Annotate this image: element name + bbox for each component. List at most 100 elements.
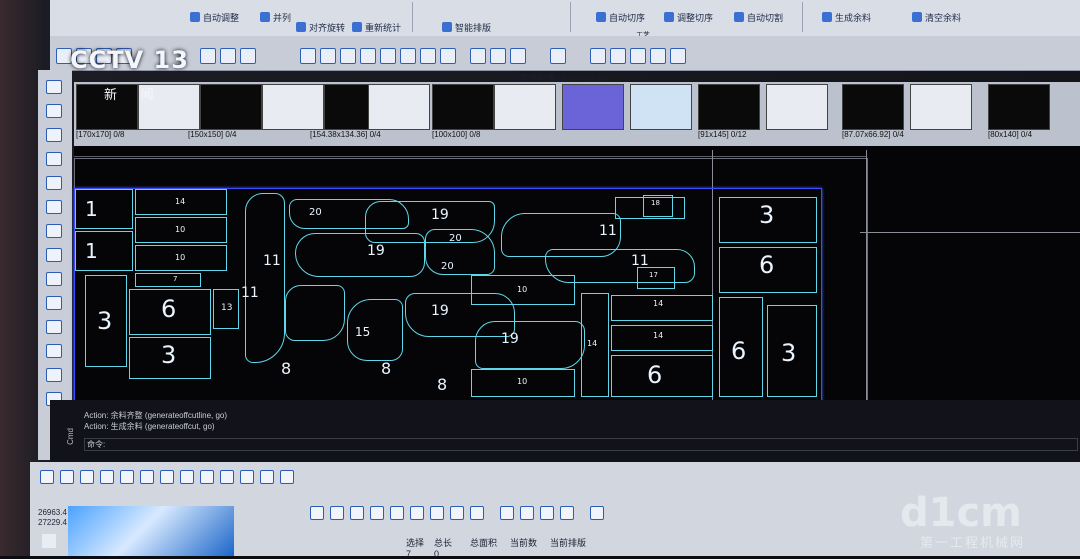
- view-side-icon[interactable]: [350, 506, 364, 520]
- part-thumb-15[interactable]: [988, 84, 1050, 130]
- part-thumb-6[interactable]: [368, 84, 430, 130]
- snap-nearest-icon[interactable]: [280, 470, 294, 484]
- mirror-icon[interactable]: [400, 48, 416, 64]
- line-tool-icon[interactable]: [46, 104, 62, 118]
- part-thumb-11[interactable]: [698, 84, 760, 130]
- link-icon[interactable]: [380, 48, 396, 64]
- select-icon[interactable]: [220, 48, 236, 64]
- zoom-fit-icon[interactable]: [510, 48, 526, 64]
- part-1a[interactable]: [75, 189, 133, 229]
- zoom-out-icon[interactable]: [490, 48, 506, 64]
- nested-sheet[interactable]: 1 1 14 10 10 7 3 6 3 13 11 11 20 20 20 1…: [74, 188, 822, 402]
- ribbon-item-adjust-cut-order[interactable]: 调整切序: [664, 4, 713, 30]
- snap-end-icon[interactable]: [200, 470, 214, 484]
- part-label: 11: [599, 223, 617, 239]
- part-7[interactable]: [135, 273, 201, 287]
- status-current-layout: 当前排版: [550, 538, 587, 548]
- text-icon[interactable]: [650, 48, 666, 64]
- circle-tool-icon[interactable]: [46, 152, 62, 166]
- layer-icon[interactable]: [550, 48, 566, 64]
- part-label: 14: [587, 339, 598, 348]
- command-input[interactable]: 命令:: [84, 438, 1078, 451]
- ribbon-item-clear-remnant[interactable]: 清空余料: [912, 4, 961, 30]
- settings-icon[interactable]: [670, 48, 686, 64]
- part-thumb-10[interactable]: [630, 84, 692, 130]
- part-thumb-4[interactable]: [262, 84, 324, 130]
- cut-icon: [734, 12, 744, 22]
- part-label: 20: [449, 233, 462, 244]
- part-icon[interactable]: [630, 48, 646, 64]
- part-label: 1: [85, 239, 98, 263]
- osnap-icon[interactable]: [100, 470, 114, 484]
- model-icon[interactable]: [160, 470, 174, 484]
- ribbon-item-auto-adjust[interactable]: 自动调整: [190, 4, 239, 30]
- arc-tool-icon[interactable]: [46, 128, 62, 142]
- scale-icon[interactable]: [440, 48, 456, 64]
- windows-start-icon[interactable]: [42, 534, 56, 548]
- ruler: [74, 150, 866, 157]
- part-label: 8: [381, 359, 392, 378]
- view-iso-icon[interactable]: [370, 506, 384, 520]
- offset-tool-icon[interactable]: [46, 320, 62, 334]
- part-thumb-3[interactable]: [200, 84, 262, 130]
- zoom-in-icon[interactable]: [470, 48, 486, 64]
- paste-icon[interactable]: [470, 506, 484, 520]
- part-thumb-9[interactable]: [562, 84, 624, 130]
- color-icon[interactable]: [560, 506, 574, 520]
- line-icon[interactable]: [300, 48, 316, 64]
- ribbon-item-generate-remnant[interactable]: 生成余料: [822, 4, 871, 30]
- clear-icon: [912, 12, 922, 22]
- part-11a[interactable]: [245, 193, 285, 363]
- ribbon-item-parallel[interactable]: 并列: [260, 4, 291, 30]
- snap-center-icon[interactable]: [240, 470, 254, 484]
- parallel-icon: [260, 12, 270, 22]
- remnant-icon: [822, 12, 832, 22]
- snap-mid-icon[interactable]: [220, 470, 234, 484]
- bulb-icon[interactable]: [520, 506, 534, 520]
- pan-icon[interactable]: [610, 48, 626, 64]
- grid-icon[interactable]: [200, 48, 216, 64]
- view-front-icon[interactable]: [330, 506, 344, 520]
- text-tool-icon[interactable]: [46, 224, 62, 238]
- part-thumb-14[interactable]: [910, 84, 972, 130]
- ortho-icon[interactable]: [60, 470, 74, 484]
- snap-perp-icon[interactable]: [260, 470, 274, 484]
- part-thumb-7[interactable]: [432, 84, 494, 130]
- ribbon-item-auto-cut[interactable]: 自动切割: [734, 4, 783, 30]
- part-19d[interactable]: [475, 321, 585, 369]
- measure-icon[interactable]: [590, 48, 606, 64]
- part-thumb-12[interactable]: [766, 84, 828, 130]
- gear-icon[interactable]: [590, 506, 604, 520]
- view-top-icon[interactable]: [310, 506, 324, 520]
- part-1b[interactable]: [75, 231, 133, 271]
- pointer-icon[interactable]: [46, 80, 62, 94]
- extend-tool-icon[interactable]: [46, 296, 62, 310]
- otrack-icon[interactable]: [120, 470, 134, 484]
- rect-tool-icon[interactable]: [46, 176, 62, 190]
- trim-tool-icon[interactable]: [46, 272, 62, 286]
- move-icon[interactable]: [240, 48, 256, 64]
- snap-icon[interactable]: [40, 470, 54, 484]
- undo-icon[interactable]: [410, 506, 424, 520]
- lock-icon[interactable]: [540, 506, 554, 520]
- polyline-tool-icon[interactable]: [46, 200, 62, 214]
- array-icon[interactable]: [420, 48, 436, 64]
- eye-icon[interactable]: [500, 506, 514, 520]
- polar-icon[interactable]: [80, 470, 94, 484]
- part-thumb-13[interactable]: [842, 84, 904, 130]
- fillet-tool-icon[interactable]: [46, 344, 62, 358]
- grid-toggle-icon[interactable]: [180, 470, 194, 484]
- circle-icon[interactable]: [340, 48, 356, 64]
- part-19b[interactable]: [295, 233, 425, 277]
- redo-icon[interactable]: [430, 506, 444, 520]
- crosshair-horizontal: [860, 232, 1080, 233]
- part-18[interactable]: [285, 285, 345, 341]
- part-thumb-8[interactable]: [494, 84, 556, 130]
- copy-icon[interactable]: [450, 506, 464, 520]
- lweight-icon[interactable]: [140, 470, 154, 484]
- rect-icon[interactable]: [360, 48, 376, 64]
- view-plan-icon[interactable]: [390, 506, 404, 520]
- dimension-tool-icon[interactable]: [46, 248, 62, 262]
- arc-icon[interactable]: [320, 48, 336, 64]
- chamfer-tool-icon[interactable]: [46, 368, 62, 382]
